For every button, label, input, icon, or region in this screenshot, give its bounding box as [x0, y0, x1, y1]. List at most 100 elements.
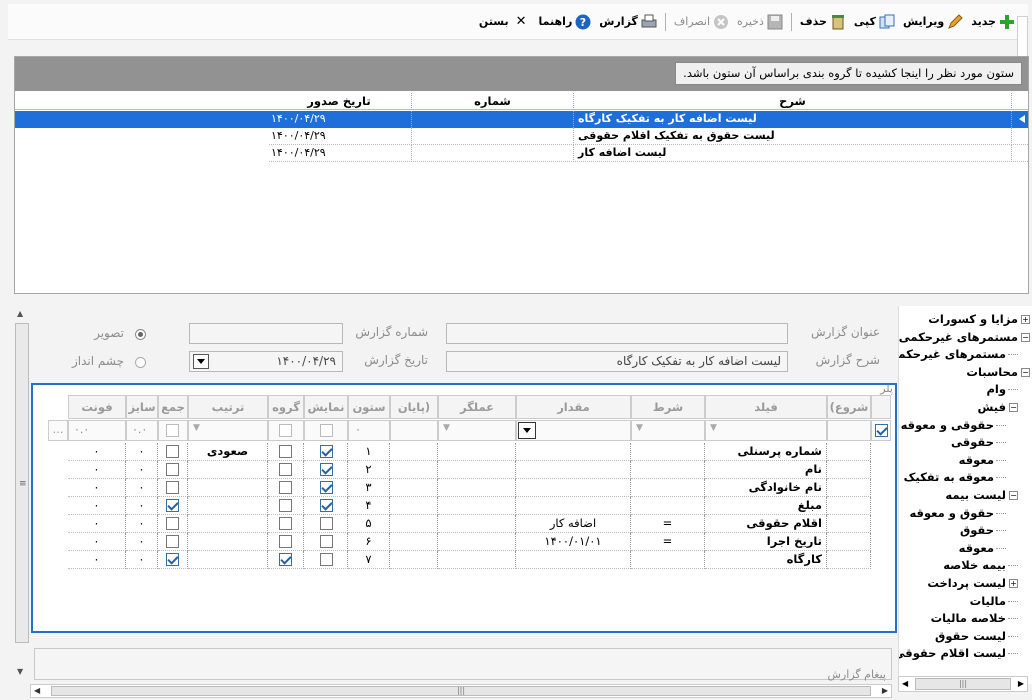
- cell-start[interactable]: [827, 533, 871, 551]
- header-col[interactable]: ستون: [348, 395, 390, 419]
- tree-item[interactable]: مالیات: [970, 592, 1018, 610]
- filter-more-button[interactable]: …: [48, 420, 68, 441]
- cell-show[interactable]: [304, 461, 348, 479]
- cell-font[interactable]: ۰: [68, 515, 126, 533]
- scroll-right-icon[interactable]: ▶: [1018, 679, 1024, 688]
- cell-size[interactable]: ۰: [126, 479, 158, 497]
- cell-group[interactable]: [268, 461, 304, 479]
- cell-field[interactable]: مبلغ: [705, 497, 827, 515]
- sum-checkbox[interactable]: [166, 481, 179, 494]
- cell-value[interactable]: [516, 479, 631, 497]
- header-end[interactable]: پایان): [390, 395, 438, 419]
- cell-op[interactable]: [438, 533, 516, 551]
- cell-size[interactable]: ۰: [126, 461, 158, 479]
- cell-show[interactable]: [304, 497, 348, 515]
- header-desc[interactable]: شرح: [574, 93, 1012, 110]
- tree-item[interactable]: −لیست بیمه: [945, 486, 1018, 504]
- table-row[interactable]: نام ۲ ۰ ۰: [33, 461, 895, 479]
- cell-end[interactable]: [390, 443, 438, 461]
- expand-icon[interactable]: +: [1021, 315, 1030, 324]
- cell-cond[interactable]: =: [631, 533, 705, 551]
- tree-item[interactable]: −محاسبات: [966, 363, 1030, 381]
- cell-col[interactable]: ۴: [348, 497, 390, 515]
- filter-show[interactable]: [304, 420, 348, 441]
- cell-group[interactable]: [268, 515, 304, 533]
- delete-button[interactable]: حذف: [797, 14, 849, 30]
- cell-op[interactable]: [438, 479, 516, 497]
- help-button[interactable]: ? راهنما: [536, 14, 595, 30]
- cell-cond[interactable]: [631, 479, 705, 497]
- cell-col[interactable]: ۶: [348, 533, 390, 551]
- group-checkbox[interactable]: [279, 481, 292, 494]
- table-row[interactable]: لیست حقوق به تفکیک اقلام حقوقی ۱۴۰۰/۰۴/۲…: [269, 128, 1028, 145]
- cell-font[interactable]: ۰: [68, 461, 126, 479]
- collapse-icon[interactable]: −: [1021, 332, 1030, 342]
- cell-value[interactable]: ۱۴۰۰/۰۱/۰۱: [516, 533, 631, 551]
- cell-group[interactable]: [268, 443, 304, 461]
- table-row[interactable]: اقلام حقوقی = اضافه کار ۵ ۰ ۰: [33, 515, 895, 533]
- tree-item[interactable]: مستمرهای غیرحکمی: [899, 345, 1018, 363]
- cell-end[interactable]: [390, 497, 438, 515]
- cell-group[interactable]: [268, 479, 304, 497]
- scroll-thumb[interactable]: |||: [51, 686, 871, 696]
- cell-order[interactable]: [188, 479, 268, 497]
- cell-start[interactable]: [827, 443, 871, 461]
- cell-start[interactable]: [827, 515, 871, 533]
- cell-col[interactable]: ۳: [348, 479, 390, 497]
- tree-item[interactable]: −مستمرهای غیرحکمی: [899, 328, 1030, 346]
- filter-show-check[interactable]: [320, 424, 333, 437]
- cell-start[interactable]: [827, 479, 871, 497]
- number-input[interactable]: [189, 323, 343, 344]
- header-value[interactable]: مقدار: [516, 395, 631, 419]
- table-row[interactable]: نام خانوادگی ۳ ۰ ۰: [33, 479, 895, 497]
- tree-horizontal-scrollbar[interactable]: ◀ ||| ▶: [898, 676, 1028, 692]
- cell-end[interactable]: [390, 479, 438, 497]
- filter-select[interactable]: [871, 420, 891, 441]
- header-order[interactable]: ترتیب: [188, 395, 268, 419]
- cell-sum[interactable]: [158, 533, 188, 551]
- cell-show[interactable]: [304, 479, 348, 497]
- cell-value[interactable]: اضافه کار: [516, 515, 631, 533]
- sum-checkbox[interactable]: [166, 535, 179, 548]
- desc-input[interactable]: لیست اضافه کار به تفکیک کارگاه: [446, 351, 788, 372]
- filter-col[interactable]: ۰: [348, 420, 390, 441]
- show-checkbox[interactable]: [320, 535, 333, 548]
- filter-value[interactable]: [516, 420, 631, 441]
- cell-col[interactable]: ۱: [348, 443, 390, 461]
- cell-value[interactable]: [516, 551, 631, 569]
- show-checkbox[interactable]: [320, 553, 333, 566]
- report-button[interactable]: گزارش: [596, 14, 660, 30]
- cell-sum[interactable]: [158, 461, 188, 479]
- cell-size[interactable]: ۰: [126, 515, 158, 533]
- show-checkbox[interactable]: [320, 481, 333, 494]
- cell-font[interactable]: ۰: [68, 551, 126, 569]
- cell-order[interactable]: [188, 551, 268, 569]
- header-start[interactable]: (شروع: [827, 395, 871, 419]
- group-checkbox[interactable]: [279, 535, 292, 548]
- tree-item[interactable]: +لیست پرداخت: [927, 574, 1018, 592]
- cell-size[interactable]: ۰: [126, 551, 158, 569]
- table-row[interactable]: لیست اضافه کار ۱۴۰۰/۰۴/۲۹: [269, 145, 1028, 162]
- close-button[interactable]: ✕ بستن: [476, 14, 534, 29]
- show-checkbox[interactable]: [320, 463, 333, 476]
- cell-sum[interactable]: [158, 443, 188, 461]
- tree-item[interactable]: معوقه: [959, 539, 1006, 557]
- cell-end[interactable]: [390, 533, 438, 551]
- title-input[interactable]: [446, 323, 788, 344]
- header-date[interactable]: تاریخ صدور: [267, 93, 412, 110]
- edit-button[interactable]: ویرایش: [900, 13, 966, 30]
- show-checkbox[interactable]: [320, 517, 333, 530]
- collapse-icon[interactable]: −: [1021, 367, 1030, 377]
- cell-sum[interactable]: [158, 479, 188, 497]
- scroll-left-icon[interactable]: ◀: [34, 686, 40, 695]
- collapse-icon[interactable]: −: [1009, 403, 1018, 412]
- vertical-scrollbar[interactable]: ▲ ≡ ▼: [14, 305, 30, 685]
- cell-col[interactable]: ۷: [348, 551, 390, 569]
- cell-size[interactable]: ۰: [126, 497, 158, 515]
- tree-item[interactable]: معوقه به تفکیک: [904, 468, 1006, 486]
- tree-item[interactable]: حقوقی و معوقه: [901, 416, 1006, 434]
- tree-item[interactable]: وام: [986, 380, 1018, 398]
- filter-sum[interactable]: [158, 420, 188, 441]
- cell-op[interactable]: [438, 497, 516, 515]
- group-by-panel[interactable]: ستون مورد نظر را اینجا کشیده تا گروه بند…: [15, 57, 1028, 91]
